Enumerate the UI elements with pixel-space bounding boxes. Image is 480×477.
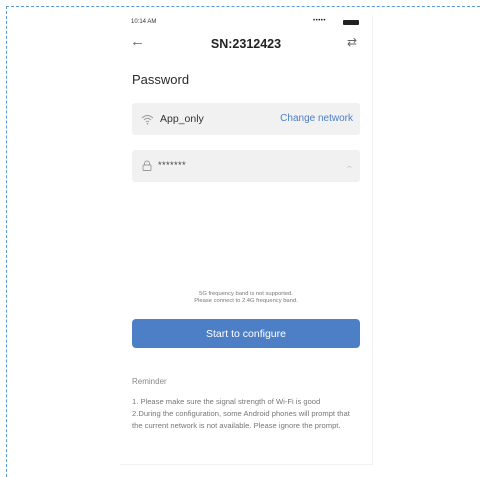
reminder-text: 1. Please make sure the signal strength … [132,396,362,433]
frame-dashed-border-left [6,6,7,477]
phone-screen: 10:14 AM ••••• ← SN:2312423 ⇄ Password A… [120,16,373,465]
wifi-icon [141,115,154,125]
notice-line-1: 5G frequency band is not supported. [199,291,293,297]
network-ssid: App_only [160,113,204,125]
battery-icon [343,20,359,25]
section-title: Password [132,72,190,87]
password-field[interactable]: ******* ⌢ [132,150,360,182]
reminder-item-1: 1. Please make sure the signal strength … [132,397,321,406]
reminder-item-2: 2.During the configuration, some Android… [132,409,350,431]
signal-icon: ••••• [313,18,327,24]
status-time: 10:14 AM [131,19,157,25]
reminder-heading: Reminder [132,377,167,386]
swap-icon[interactable]: ⇄ [347,35,357,49]
page-title: SN:2312423 [210,37,282,51]
start-configure-button[interactable]: Start to configure [132,319,360,348]
frame-dashed-border-top [6,6,480,7]
password-input[interactable]: ******* [158,160,186,171]
network-field[interactable]: App_only Change network [132,103,360,135]
notice-line-2: Please connect to 2.4G frequency band. [194,298,298,304]
eye-closed-icon[interactable]: ⌢ [347,162,352,172]
frequency-notice: 5G frequency band is not supported. Plea… [120,291,372,305]
change-network-link[interactable]: Change network [280,113,353,124]
lock-icon [142,160,152,171]
